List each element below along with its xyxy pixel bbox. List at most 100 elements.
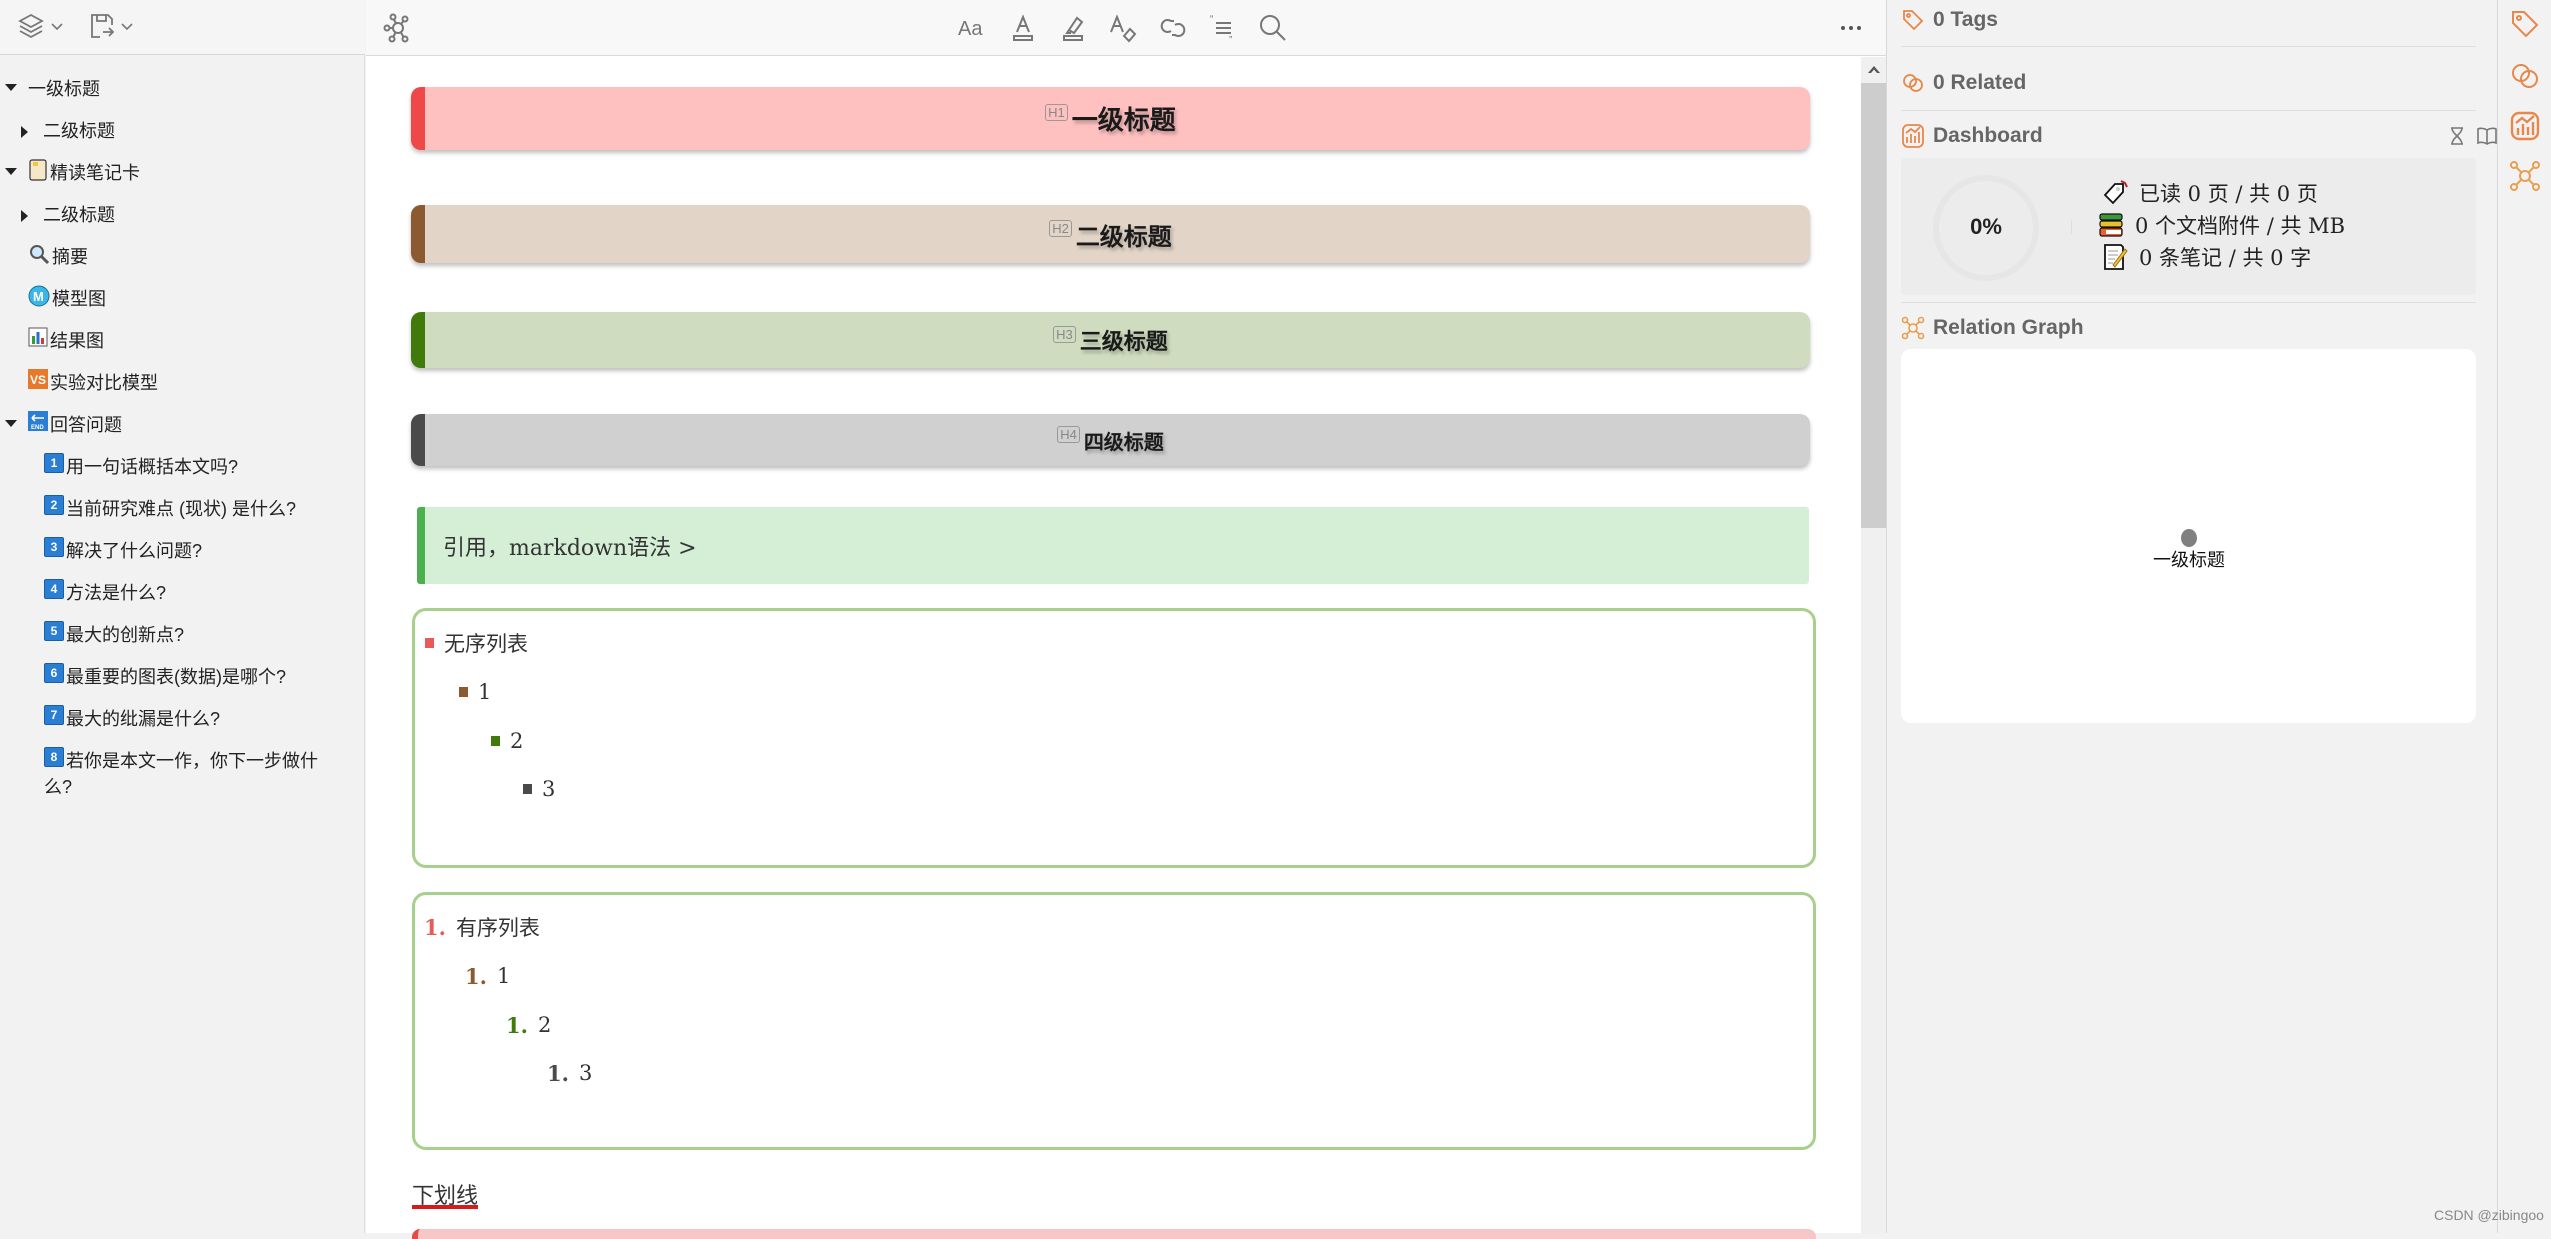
sidebar-toolbar bbox=[0, 0, 365, 55]
relation-graph-section-header[interactable]: Relation Graph bbox=[1901, 310, 2551, 346]
editor-toolbar: Aa “” bbox=[366, 0, 1886, 56]
list-number: 1. bbox=[547, 1060, 569, 1086]
scrollbar-thumb[interactable] bbox=[1861, 83, 1886, 528]
number-badge-icon: 5 bbox=[44, 621, 64, 641]
search-button[interactable] bbox=[1253, 8, 1293, 48]
heading-h1-block[interactable]: H1 一级标题 bbox=[411, 87, 1810, 150]
note-editor: Aa “” H1 一级标题 H2 二级标题 H3 三级标题 H4 四级标题 引用… bbox=[366, 0, 1886, 1239]
graph-node[interactable] bbox=[2181, 529, 2197, 547]
more-options-button[interactable] bbox=[1831, 8, 1871, 48]
outline-item-label: 模型图 bbox=[52, 289, 106, 309]
outline-item-label: 结果图 bbox=[50, 331, 104, 351]
list-item: 3 bbox=[523, 774, 555, 804]
layers-menu-button[interactable] bbox=[16, 10, 64, 42]
list-item: 1. 2 bbox=[506, 1012, 552, 1038]
highlight-button[interactable] bbox=[1053, 8, 1093, 48]
magnifier-icon bbox=[28, 243, 50, 265]
relation-graph-icon bbox=[1901, 316, 1925, 340]
list-item: 1. 3 bbox=[547, 1060, 593, 1086]
graph-icon[interactable] bbox=[2509, 160, 2541, 192]
bar-chart-icon bbox=[28, 327, 48, 347]
heading-h2-color-bar bbox=[411, 205, 425, 263]
section-divider bbox=[1901, 302, 2476, 303]
text-color-button[interactable] bbox=[1003, 8, 1043, 48]
list-number: 1. bbox=[506, 1012, 528, 1038]
outline-item-label: 方法是什么? bbox=[66, 583, 167, 603]
heading-h2-block[interactable]: H2 二级标题 bbox=[411, 205, 1810, 263]
heading-h4-text: 四级标题 bbox=[1083, 429, 1164, 454]
pages-read-stat: 已读 0 页 / 共 0 页 bbox=[2101, 178, 2318, 208]
clear-format-button[interactable] bbox=[1103, 8, 1143, 48]
expand-arrow-icon[interactable] bbox=[21, 210, 28, 222]
outline-item-label: 摘要 bbox=[52, 247, 88, 267]
chevron-up-icon bbox=[1867, 66, 1880, 73]
ordered-list-block[interactable]: 1. 有序列表 1. 1 1. 2 1. 3 bbox=[412, 892, 1816, 1150]
heading-h4-color-bar bbox=[411, 414, 425, 466]
dashboard-icon[interactable] bbox=[2509, 110, 2541, 142]
graph-icon bbox=[383, 13, 409, 43]
scroll-up-button[interactable] bbox=[1861, 57, 1886, 83]
related-section-header[interactable]: 0 Related bbox=[1901, 65, 2551, 101]
collapse-arrow-icon[interactable] bbox=[5, 168, 17, 175]
number-badge-icon: 8 bbox=[44, 747, 64, 767]
export-menu-button[interactable] bbox=[88, 10, 134, 42]
side-nav-rail bbox=[2497, 0, 2551, 1233]
relation-graph-canvas[interactable]: 一级标题 bbox=[1901, 349, 2476, 723]
font-icon: Aa bbox=[958, 18, 983, 40]
tag-icon bbox=[1903, 10, 1924, 31]
heading-h3-text: 三级标题 bbox=[1079, 329, 1168, 355]
quote-button[interactable]: “” bbox=[1203, 8, 1243, 48]
notes-stat: 0 条笔记 / 共 0 字 bbox=[2101, 242, 2311, 272]
heading-h4-block[interactable]: H4 四级标题 bbox=[411, 414, 1810, 466]
link-icon bbox=[1160, 19, 1186, 37]
list-item: 1. 1 bbox=[465, 963, 511, 989]
item-pane: 0 Tags 0 Related Dashboard 0% 已读 0 页 / 共… bbox=[1886, 0, 2551, 1233]
outline-item-label: 当前研究难点 (现状) 是什么? bbox=[66, 499, 296, 519]
bullet-square bbox=[459, 687, 468, 697]
next-heading-block[interactable] bbox=[412, 1229, 1816, 1239]
chevron-down-icon bbox=[51, 23, 63, 31]
heading-h1-text: 一级标题 bbox=[1071, 106, 1176, 136]
export-icon bbox=[91, 14, 115, 38]
collapse-arrow-icon[interactable] bbox=[5, 420, 17, 427]
bullet-square bbox=[491, 736, 500, 746]
outline-item-label: 实验对比模型 bbox=[50, 373, 158, 393]
svg-text:”: ” bbox=[1229, 35, 1232, 44]
notebook-icon bbox=[28, 159, 48, 181]
bar-chart-icon bbox=[28, 327, 48, 347]
h1-badge: H1 bbox=[1045, 104, 1068, 121]
search-icon bbox=[1260, 15, 1286, 41]
m-circle-icon: M bbox=[28, 285, 50, 307]
tag-icon[interactable] bbox=[2509, 8, 2541, 40]
tags-section-header[interactable]: 0 Tags bbox=[1901, 2, 2551, 38]
heading-h3-block[interactable]: H3 三级标题 bbox=[411, 312, 1810, 368]
link-icon[interactable] bbox=[2509, 60, 2541, 92]
outline-item-label: 最大的创新点? bbox=[66, 625, 185, 645]
vs-icon: VS bbox=[28, 369, 48, 389]
blockquote[interactable]: 引用，markdown语法 > bbox=[417, 507, 1809, 584]
outline-item-label: 最重要的图表(数据)是哪个? bbox=[66, 667, 286, 687]
expand-arrow-icon[interactable] bbox=[21, 126, 28, 138]
number-badge-icon: 4 bbox=[44, 579, 64, 599]
collapse-arrow-icon[interactable] bbox=[5, 84, 17, 91]
dashboard-title: Dashboard bbox=[1933, 124, 2043, 147]
bookmark-tag-icon bbox=[2103, 180, 2128, 205]
outline-graph-button[interactable] bbox=[378, 8, 418, 48]
related-link-icon bbox=[1903, 74, 1923, 92]
end-icon: END bbox=[28, 411, 48, 431]
list-number: 1. bbox=[424, 914, 446, 940]
font-button[interactable]: Aa bbox=[953, 8, 993, 48]
editor-scrollbar[interactable] bbox=[1861, 57, 1886, 1233]
heading-h2-text: 二级标题 bbox=[1075, 221, 1172, 251]
section-divider bbox=[1901, 110, 2476, 111]
reading-time-button[interactable] bbox=[2444, 123, 2470, 149]
m-circle-icon: M bbox=[28, 285, 50, 307]
outline-item-label: 解决了什么问题? bbox=[66, 541, 203, 561]
book-open-icon bbox=[2477, 127, 2497, 145]
highlight-icon bbox=[1063, 16, 1084, 41]
svg-text:Aa: Aa bbox=[958, 18, 983, 40]
dashboard-section-header[interactable]: Dashboard bbox=[1901, 118, 2551, 154]
unordered-list-block[interactable]: 无序列表 1 2 3 bbox=[412, 608, 1816, 868]
link-button[interactable] bbox=[1153, 8, 1193, 48]
notebook-icon bbox=[29, 159, 47, 181]
